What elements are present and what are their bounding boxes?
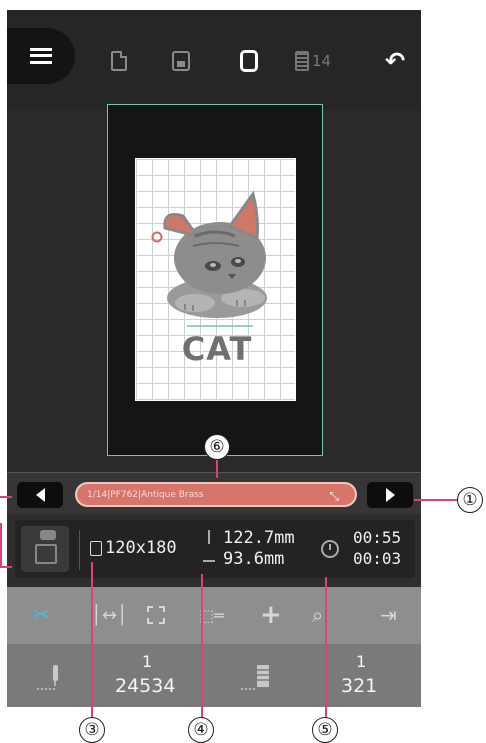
design-width: 122.7mm <box>223 528 295 548</box>
design-info-bar: 120x180 122.7mm 93.6mm 00:55 00:03 <box>7 514 421 587</box>
time-remaining: 00:03 <box>353 549 402 568</box>
color-index: 1 <box>356 652 367 671</box>
zoom-icon: ⌕ <box>312 603 324 627</box>
thread-selector-bar: 1/14|PF762|Antique Brass ⤡ <box>7 472 421 515</box>
select-tool[interactable] <box>147 601 165 629</box>
exit-icon: ⇥ <box>380 603 397 627</box>
zoom-tool[interactable]: ⌕ <box>312 601 323 629</box>
prev-color-button[interactable] <box>17 482 63 508</box>
clock-icon <box>321 540 339 558</box>
undo-icon: ↶ <box>385 47 406 75</box>
design-text: CAT <box>181 330 253 368</box>
top-toolbar: 14 ↶ <box>7 10 421 110</box>
callout-4: ④ <box>188 717 214 743</box>
exit-tool[interactable]: ⇥ <box>380 601 397 629</box>
callout-line-1 <box>414 499 458 501</box>
new-file-button[interactable] <box>111 48 127 74</box>
hoop-size: 120x180 <box>105 538 177 558</box>
color-total: 321 <box>341 675 378 697</box>
plus-icon: + <box>260 600 282 630</box>
callout-5: ⑤ <box>312 717 338 743</box>
cut-tool[interactable]: ✂ <box>32 601 50 629</box>
design-canvas[interactable]: CAT <box>7 104 421 472</box>
select-icon <box>147 606 165 624</box>
align-tool[interactable]: │↔│ <box>91 601 128 629</box>
callout-3: ③ <box>79 717 105 743</box>
dimension-icon <box>203 530 215 568</box>
app-screen: 14 ↶ CAT 1/14|PF762|Antique Brass ⤡ 120x… <box>7 10 421 707</box>
save-icon <box>172 51 190 71</box>
undo-button[interactable]: ↶ <box>385 47 406 75</box>
callout-line-3 <box>91 562 93 720</box>
callout-6: ⑥ <box>204 434 230 460</box>
hoop-button[interactable] <box>240 48 258 74</box>
hoop-icon <box>240 50 258 72</box>
callout-1: ① <box>457 487 483 513</box>
time-total: 00:55 <box>353 528 402 547</box>
save-button[interactable] <box>172 48 190 74</box>
thread-spool-icon <box>295 51 309 71</box>
needle-icon <box>37 665 58 690</box>
edit-toolbar: ✂ │↔│ ⬚═ + ⌕ ⇥ <box>7 587 421 644</box>
callout-line-left-bottom <box>0 566 12 568</box>
spool-count: 14 <box>312 52 332 70</box>
design-height: 93.6mm <box>223 549 285 569</box>
next-color-button[interactable] <box>367 482 413 508</box>
stitch-counter-bar: 1 24534 1 321 <box>7 644 421 707</box>
thread-spool-button[interactable]: 14 <box>295 48 331 74</box>
menu-button[interactable] <box>7 28 75 84</box>
new-file-icon <box>111 51 127 71</box>
menu-icon <box>30 48 52 64</box>
callout-line-left-side <box>0 523 2 566</box>
move-tool[interactable]: + <box>260 600 282 630</box>
info-panel: 120x180 122.7mm 93.6mm 00:55 00:03 <box>15 520 415 578</box>
thread-label: 1/14|PF762|Antique Brass <box>87 489 204 500</box>
stitch-index: 1 <box>142 652 153 671</box>
divider <box>79 530 80 570</box>
scissors-icon: ✂ <box>32 602 51 628</box>
stitch-total: 24534 <box>115 675 176 697</box>
callout-line-left-top <box>0 496 12 498</box>
callout-line-6 <box>216 460 218 478</box>
spool-counter-icon <box>241 665 269 690</box>
callout-line-4 <box>201 574 203 720</box>
expand-icon: ⤡ <box>329 489 339 503</box>
arrow-left-icon <box>35 488 45 502</box>
callout-line-5 <box>325 577 327 720</box>
thread-color-pill[interactable]: 1/14|PF762|Antique Brass ⤡ <box>75 482 357 507</box>
machine-icon[interactable] <box>21 526 69 572</box>
hoop-size-icon <box>90 541 102 556</box>
align-icon: │↔│ <box>91 604 128 626</box>
arrow-right-icon <box>385 488 395 502</box>
